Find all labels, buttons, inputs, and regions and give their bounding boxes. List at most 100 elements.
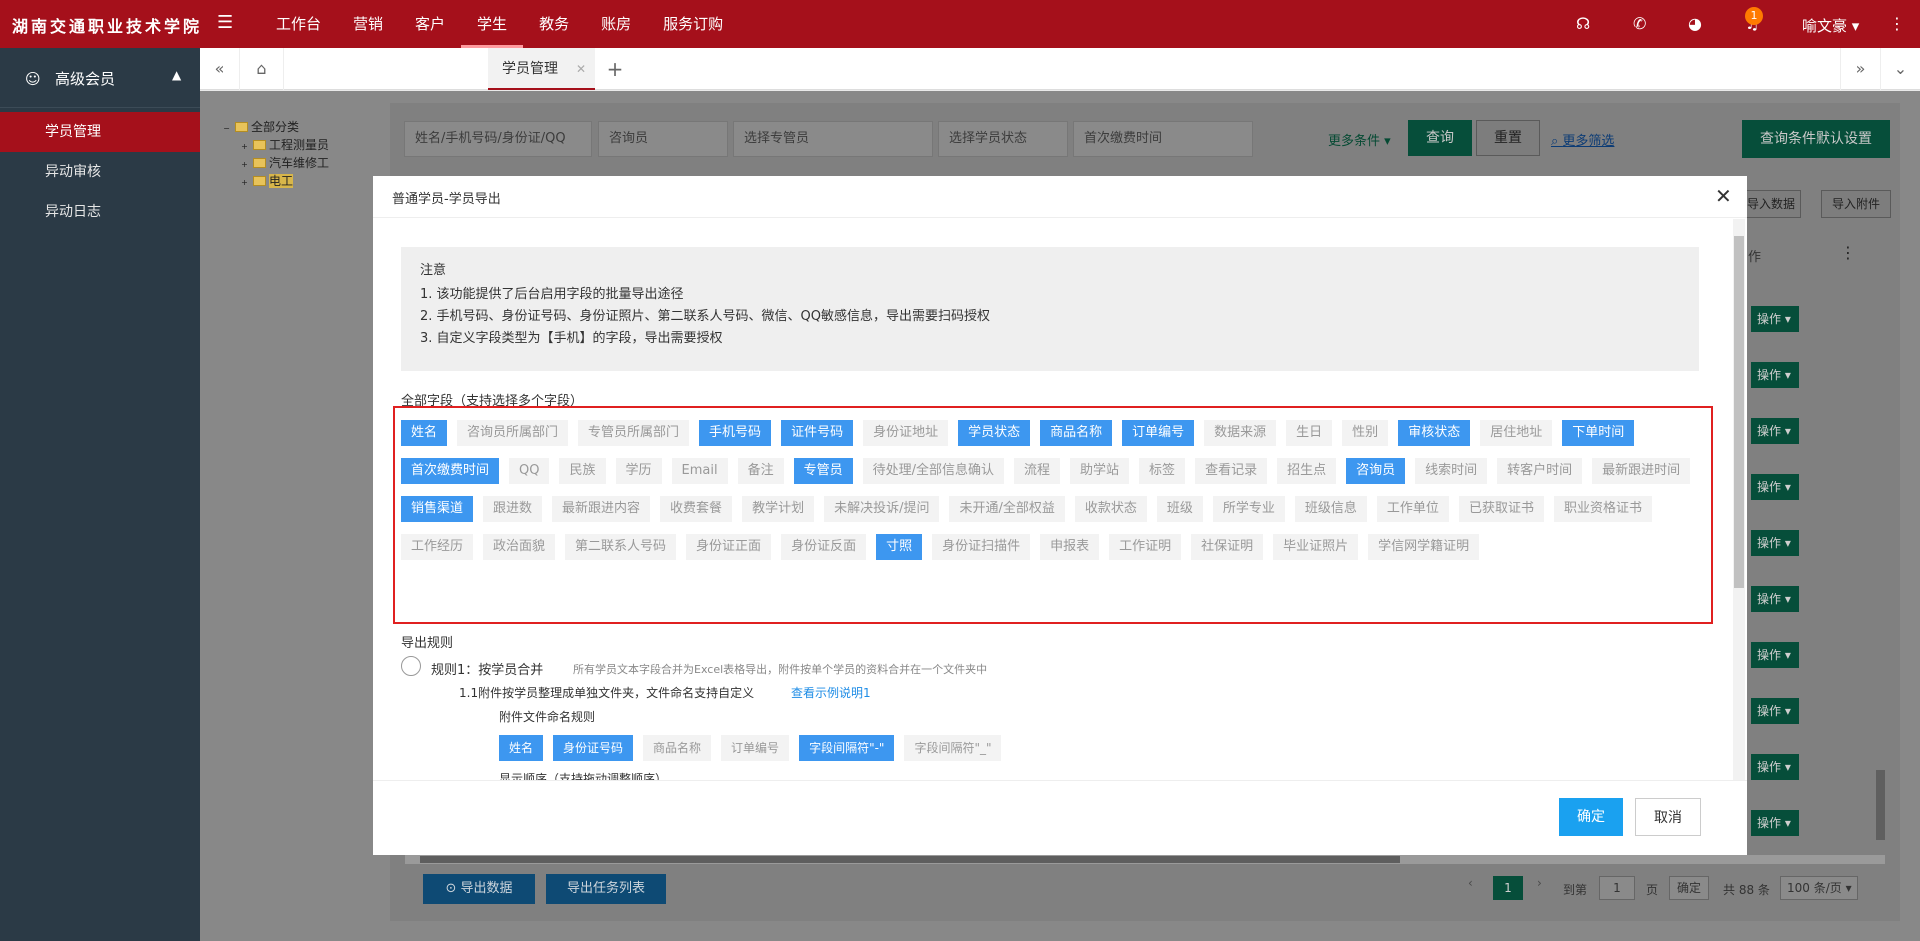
page-size-select[interactable]: 100 条/页 ▾ — [1780, 876, 1858, 900]
tree-root[interactable]: − 全部分类 — [222, 118, 329, 136]
status-select[interactable]: 选择学员状态 — [938, 121, 1068, 157]
field-tag[interactable]: 寸照 — [876, 534, 923, 560]
field-tag[interactable]: 收费套餐 — [660, 496, 733, 522]
naming-tag[interactable]: 订单编号 — [721, 735, 790, 761]
nav-item-student[interactable]: 学生 — [461, 0, 524, 48]
field-tag[interactable]: 身份证正面 — [686, 534, 772, 560]
tab-next-icon[interactable]: » — [1840, 48, 1880, 90]
field-tag[interactable]: 转客户时间 — [1497, 458, 1583, 484]
field-tag[interactable]: 最新跟进时间 — [1592, 458, 1691, 484]
field-tag[interactable]: 第二联系人号码 — [565, 534, 677, 560]
field-tag[interactable]: 教学计划 — [742, 496, 815, 522]
palette-icon[interactable]: ◕ — [1688, 14, 1702, 33]
query-button[interactable]: 查询 — [1408, 120, 1472, 156]
field-tag[interactable]: 跟进数 — [483, 496, 543, 522]
field-tag[interactable]: 学历 — [615, 458, 662, 484]
table-scrollbar-thumb[interactable] — [1876, 770, 1885, 840]
field-tag[interactable]: 学员状态 — [958, 420, 1031, 446]
field-tag[interactable]: 民族 — [559, 458, 606, 484]
row-operation-button[interactable]: 操作 ▾ — [1751, 754, 1799, 780]
row-operation-button[interactable]: 操作 ▾ — [1751, 530, 1799, 556]
field-tag[interactable]: 班级信息 — [1294, 496, 1367, 522]
goto-confirm-button[interactable]: 确定 — [1669, 876, 1709, 900]
menu-toggle-icon[interactable]: ☰ — [217, 12, 233, 33]
naming-tag[interactable]: 身份证号码 — [553, 735, 634, 761]
nav-item-customer[interactable]: 客户 — [399, 0, 461, 48]
close-icon[interactable]: ✕ — [1715, 184, 1732, 208]
field-tag[interactable]: 所学专业 — [1212, 496, 1285, 522]
nav-item-workbench[interactable]: 工作台 — [260, 0, 337, 48]
tree-node[interactable]: + 工程测量员 — [222, 136, 329, 154]
tab-dropdown-icon[interactable]: ⌄ — [1880, 48, 1920, 90]
tab-student-manage[interactable]: 学员管理 ✕ — [488, 48, 595, 90]
row-operation-button[interactable]: 操作 ▾ — [1751, 642, 1799, 668]
export-data-button[interactable]: ⊙ 导出数据 — [423, 874, 535, 904]
field-tag[interactable]: 证件号码 — [781, 420, 854, 446]
add-tab-icon[interactable]: + — [600, 48, 630, 90]
modal-scrollbar-thumb[interactable] — [1734, 236, 1744, 588]
field-tag[interactable]: 政治面貌 — [483, 534, 556, 560]
field-tag[interactable]: 生日 — [1286, 420, 1333, 446]
current-page[interactable]: 1 — [1493, 876, 1523, 900]
prev-page-icon[interactable]: ‹ — [1468, 876, 1473, 890]
cancel-button[interactable]: 取消 — [1635, 798, 1701, 836]
field-tag[interactable]: 待处理/全部信息确认 — [862, 458, 1005, 484]
example-link[interactable]: 查看示例说明1 — [791, 684, 871, 701]
field-tag[interactable]: 工作单位 — [1376, 496, 1449, 522]
column-menu-icon[interactable]: ⋮ — [1840, 243, 1856, 262]
sidebar-item-student-manage[interactable]: 学员管理 — [0, 112, 200, 152]
row-operation-button[interactable]: 操作 ▾ — [1751, 418, 1799, 444]
field-tag[interactable]: 职业资格证书 — [1553, 496, 1652, 522]
field-tag[interactable]: 工作经历 — [401, 534, 474, 560]
counselor-select[interactable]: 咨询员 — [598, 121, 728, 157]
field-tag[interactable]: 招生点 — [1277, 458, 1337, 484]
more-vertical-icon[interactable]: ⋮ — [1889, 14, 1905, 33]
field-tag[interactable]: 身份证扫描件 — [932, 534, 1031, 560]
naming-tag[interactable]: 字段间隔符"_" — [904, 735, 1002, 761]
tree-node[interactable]: + 电工 — [222, 172, 329, 190]
headset-icon[interactable]: ☊ — [1576, 14, 1590, 33]
next-page-icon[interactable]: › — [1537, 876, 1542, 890]
field-tag[interactable]: 姓名 — [401, 420, 448, 446]
first-pay-time-input[interactable]: 首次缴费时间 — [1073, 121, 1253, 157]
field-tag[interactable]: Email — [671, 458, 728, 484]
field-tag[interactable]: 学信网学籍证明 — [1368, 534, 1480, 560]
field-tag[interactable]: 身份证地址 — [863, 420, 949, 446]
row-operation-button[interactable]: 操作 ▾ — [1751, 586, 1799, 612]
field-tag[interactable]: 居住地址 — [1480, 420, 1553, 446]
tab-prev-icon[interactable]: « — [200, 48, 240, 90]
horizontal-scrollbar-thumb[interactable] — [420, 856, 1400, 863]
more-filter-link[interactable]: ⌕ 更多筛选 — [1551, 130, 1614, 149]
sidebar-item-change-review[interactable]: 异动审核 — [0, 152, 200, 192]
confirm-button[interactable]: 确定 — [1559, 798, 1623, 836]
field-tag[interactable]: 专管员 — [793, 458, 853, 484]
field-tag[interactable]: 未解决投诉/提问 — [824, 496, 940, 522]
field-tag[interactable]: 最新跟进内容 — [552, 496, 651, 522]
field-tag[interactable]: 毕业证照片 — [1273, 534, 1359, 560]
field-tag[interactable]: 咨询员所属部门 — [457, 420, 569, 446]
home-icon[interactable]: ⌂ — [240, 48, 284, 90]
field-tag[interactable]: 销售渠道 — [401, 496, 474, 522]
phone-icon[interactable]: ✆ — [1633, 14, 1646, 33]
tab-close-icon[interactable]: ✕ — [576, 48, 586, 90]
tree-node[interactable]: + 汽车维修工 — [222, 154, 329, 172]
export-task-list-button[interactable]: 导出任务列表 — [546, 874, 666, 904]
field-tag[interactable]: 工作证明 — [1109, 534, 1182, 560]
sidebar-item-change-log[interactable]: 异动日志 — [0, 192, 200, 232]
default-settings-button[interactable]: 查询条件默认设置 — [1742, 120, 1890, 158]
field-tag[interactable]: QQ — [509, 458, 550, 484]
field-tag[interactable]: 班级 — [1156, 496, 1203, 522]
field-tag[interactable]: 咨询员 — [1346, 458, 1406, 484]
field-tag[interactable]: 社保证明 — [1191, 534, 1264, 560]
field-tag[interactable]: 数据来源 — [1204, 420, 1277, 446]
field-tag[interactable]: 性别 — [1342, 420, 1389, 446]
field-tag[interactable]: 标签 — [1139, 458, 1186, 484]
row-operation-button[interactable]: 操作 ▾ — [1751, 362, 1799, 388]
field-tag[interactable]: 收款状态 — [1074, 496, 1147, 522]
field-tag[interactable]: 线索时间 — [1415, 458, 1488, 484]
nav-item-service[interactable]: 服务订购 — [647, 0, 739, 48]
nav-item-academic[interactable]: 教务 — [523, 0, 585, 48]
goto-page-input[interactable]: 1 — [1599, 876, 1635, 900]
field-tag[interactable]: 申报表 — [1040, 534, 1100, 560]
user-menu[interactable]: 喻文豪 ▾ — [1802, 15, 1859, 36]
